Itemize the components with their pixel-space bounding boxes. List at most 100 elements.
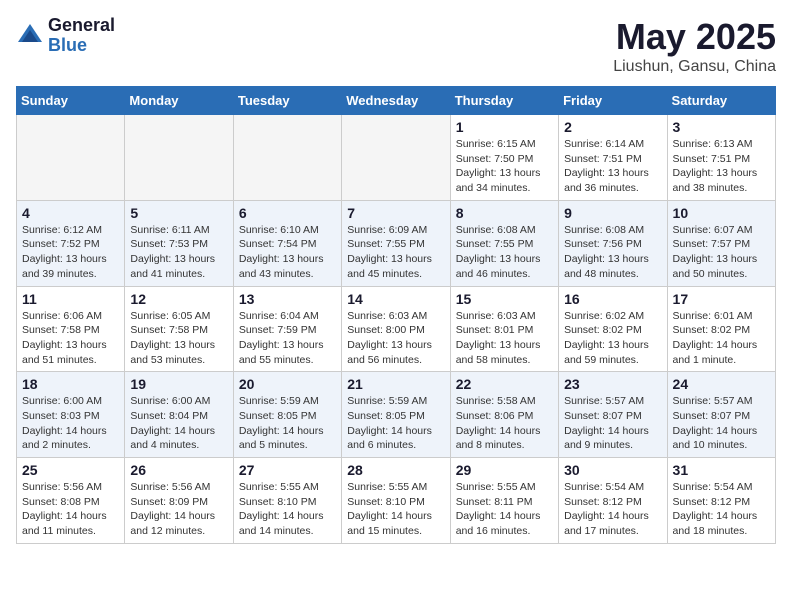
day-number: 10 — [673, 205, 770, 221]
day-info: Sunrise: 5:54 AM Sunset: 8:12 PM Dayligh… — [564, 480, 661, 539]
day-number: 13 — [239, 291, 336, 307]
calendar-cell: 10 Sunrise: 6:07 AM Sunset: 7:57 PM Dayli… — [667, 200, 775, 286]
day-number: 26 — [130, 462, 227, 478]
day-info: Sunrise: 5:59 AM Sunset: 8:05 PM Dayligh… — [239, 394, 336, 453]
weekday-header: Thursday — [450, 87, 558, 115]
day-number: 22 — [456, 376, 553, 392]
day-info: Sunrise: 6:12 AM Sunset: 7:52 PM Dayligh… — [22, 223, 119, 282]
day-info: Sunrise: 6:02 AM Sunset: 8:02 PM Dayligh… — [564, 309, 661, 368]
day-number: 25 — [22, 462, 119, 478]
day-info: Sunrise: 6:13 AM Sunset: 7:51 PM Dayligh… — [673, 137, 770, 196]
day-number: 29 — [456, 462, 553, 478]
calendar-cell: 4 Sunrise: 6:12 AM Sunset: 7:52 PM Daylig… — [17, 200, 125, 286]
day-info: Sunrise: 6:14 AM Sunset: 7:51 PM Dayligh… — [564, 137, 661, 196]
logo: General Blue — [16, 16, 115, 56]
day-number: 3 — [673, 119, 770, 135]
day-info: Sunrise: 6:10 AM Sunset: 7:54 PM Dayligh… — [239, 223, 336, 282]
logo-icon — [16, 22, 44, 50]
calendar-week-row: 18 Sunrise: 6:00 AM Sunset: 8:03 PM Dayli… — [17, 372, 776, 458]
day-info: Sunrise: 6:05 AM Sunset: 7:58 PM Dayligh… — [130, 309, 227, 368]
weekday-header: Wednesday — [342, 87, 450, 115]
day-info: Sunrise: 6:08 AM Sunset: 7:56 PM Dayligh… — [564, 223, 661, 282]
calendar-cell: 23Sunrise: 5:57 AM Sunset: 8:07 PM Dayli… — [559, 372, 667, 458]
calendar-cell: 12Sunrise: 6:05 AM Sunset: 7:58 PM Dayli… — [125, 286, 233, 372]
day-number: 9 — [564, 205, 661, 221]
day-info: Sunrise: 5:55 AM Sunset: 8:10 PM Dayligh… — [347, 480, 444, 539]
day-info: Sunrise: 6:15 AM Sunset: 7:50 PM Dayligh… — [456, 137, 553, 196]
day-info: Sunrise: 5:57 AM Sunset: 8:07 PM Dayligh… — [564, 394, 661, 453]
calendar-cell: 27 Sunrise: 5:55 AM Sunset: 8:10 PM Dayli… — [233, 458, 341, 544]
day-info: Sunrise: 6:01 AM Sunset: 8:02 PM Dayligh… — [673, 309, 770, 368]
day-number: 7 — [347, 205, 444, 221]
calendar-cell: 26 Sunrise: 5:56 AM Sunset: 8:09 PM Dayli… — [125, 458, 233, 544]
day-number: 15 — [456, 291, 553, 307]
calendar-cell: 5 Sunrise: 6:11 AM Sunset: 7:53 PM Daylig… — [125, 200, 233, 286]
calendar-cell: 22Sunrise: 5:58 AM Sunset: 8:06 PM Dayli… — [450, 372, 558, 458]
day-number: 27 — [239, 462, 336, 478]
calendar-cell: 21 Sunrise: 5:59 AM Sunset: 8:05 PM Dayli… — [342, 372, 450, 458]
calendar-cell: 6 Sunrise: 6:10 AM Sunset: 7:54 PM Daylig… — [233, 200, 341, 286]
day-number: 18 — [22, 376, 119, 392]
calendar-cell: 30 Sunrise: 5:54 AM Sunset: 8:12 PM Dayli… — [559, 458, 667, 544]
logo-text: General Blue — [48, 16, 115, 56]
day-number: 16 — [564, 291, 661, 307]
calendar-cell: 8Sunrise: 6:08 AM Sunset: 7:55 PM Daylig… — [450, 200, 558, 286]
day-info: Sunrise: 6:11 AM Sunset: 7:53 PM Dayligh… — [130, 223, 227, 282]
day-number: 4 — [22, 205, 119, 221]
day-info: Sunrise: 6:00 AM Sunset: 8:03 PM Dayligh… — [22, 394, 119, 453]
day-info: Sunrise: 6:06 AM Sunset: 7:58 PM Dayligh… — [22, 309, 119, 368]
calendar-cell: 2 Sunrise: 6:14 AM Sunset: 7:51 PM Daylig… — [559, 115, 667, 201]
weekday-header-row: SundayMondayTuesdayWednesdayThursdayFrid… — [17, 87, 776, 115]
calendar-cell — [342, 115, 450, 201]
day-info: Sunrise: 5:54 AM Sunset: 8:12 PM Dayligh… — [673, 480, 770, 539]
page-header: General Blue May 2025 Liushun, Gansu, Ch… — [16, 16, 776, 76]
day-number: 8 — [456, 205, 553, 221]
day-number: 14 — [347, 291, 444, 307]
day-info: Sunrise: 6:03 AM Sunset: 8:01 PM Dayligh… — [456, 309, 553, 368]
calendar-cell: 29 Sunrise: 5:55 AM Sunset: 8:11 PM Dayli… — [450, 458, 558, 544]
day-info: Sunrise: 5:56 AM Sunset: 8:09 PM Dayligh… — [130, 480, 227, 539]
calendar-cell: 25 Sunrise: 5:56 AM Sunset: 8:08 PM Dayli… — [17, 458, 125, 544]
day-number: 19 — [130, 376, 227, 392]
title-block: May 2025 Liushun, Gansu, China — [613, 16, 776, 76]
day-info: Sunrise: 6:07 AM Sunset: 7:57 PM Dayligh… — [673, 223, 770, 282]
logo-general: General — [48, 16, 115, 36]
day-number: 17 — [673, 291, 770, 307]
location-subtitle: Liushun, Gansu, China — [613, 58, 776, 76]
calendar-cell: 11 Sunrise: 6:06 AM Sunset: 7:58 PM Dayli… — [17, 286, 125, 372]
month-title: May 2025 — [613, 16, 776, 58]
day-number: 2 — [564, 119, 661, 135]
day-number: 1 — [456, 119, 553, 135]
calendar-cell: 18 Sunrise: 6:00 AM Sunset: 8:03 PM Dayli… — [17, 372, 125, 458]
day-number: 24 — [673, 376, 770, 392]
calendar-week-row: 25 Sunrise: 5:56 AM Sunset: 8:08 PM Dayli… — [17, 458, 776, 544]
day-info: Sunrise: 5:59 AM Sunset: 8:05 PM Dayligh… — [347, 394, 444, 453]
day-info: Sunrise: 6:09 AM Sunset: 7:55 PM Dayligh… — [347, 223, 444, 282]
day-number: 28 — [347, 462, 444, 478]
calendar-cell: 19 Sunrise: 6:00 AM Sunset: 8:04 PM Dayli… — [125, 372, 233, 458]
calendar-cell: 20Sunrise: 5:59 AM Sunset: 8:05 PM Dayli… — [233, 372, 341, 458]
day-number: 6 — [239, 205, 336, 221]
weekday-header: Monday — [125, 87, 233, 115]
calendar-week-row: 11 Sunrise: 6:06 AM Sunset: 7:58 PM Dayli… — [17, 286, 776, 372]
calendar-cell: 31Sunrise: 5:54 AM Sunset: 8:12 PM Dayli… — [667, 458, 775, 544]
day-info: Sunrise: 5:57 AM Sunset: 8:07 PM Dayligh… — [673, 394, 770, 453]
day-number: 21 — [347, 376, 444, 392]
day-info: Sunrise: 5:56 AM Sunset: 8:08 PM Dayligh… — [22, 480, 119, 539]
day-info: Sunrise: 6:00 AM Sunset: 8:04 PM Dayligh… — [130, 394, 227, 453]
calendar-cell: 16 Sunrise: 6:02 AM Sunset: 8:02 PM Dayli… — [559, 286, 667, 372]
day-number: 30 — [564, 462, 661, 478]
day-info: Sunrise: 5:55 AM Sunset: 8:10 PM Dayligh… — [239, 480, 336, 539]
calendar-cell: 24 Sunrise: 5:57 AM Sunset: 8:07 PM Dayli… — [667, 372, 775, 458]
day-number: 11 — [22, 291, 119, 307]
calendar-cell — [17, 115, 125, 201]
calendar-cell: 28 Sunrise: 5:55 AM Sunset: 8:10 PM Dayli… — [342, 458, 450, 544]
calendar-cell: 9 Sunrise: 6:08 AM Sunset: 7:56 PM Daylig… — [559, 200, 667, 286]
calendar-cell: 13Sunrise: 6:04 AM Sunset: 7:59 PM Dayli… — [233, 286, 341, 372]
calendar-cell: 14Sunrise: 6:03 AM Sunset: 8:00 PM Dayli… — [342, 286, 450, 372]
calendar-week-row: 4 Sunrise: 6:12 AM Sunset: 7:52 PM Daylig… — [17, 200, 776, 286]
calendar-table: SundayMondayTuesdayWednesdayThursdayFrid… — [16, 86, 776, 544]
day-number: 5 — [130, 205, 227, 221]
day-info: Sunrise: 5:55 AM Sunset: 8:11 PM Dayligh… — [456, 480, 553, 539]
calendar-cell: 17 Sunrise: 6:01 AM Sunset: 8:02 PM Dayli… — [667, 286, 775, 372]
